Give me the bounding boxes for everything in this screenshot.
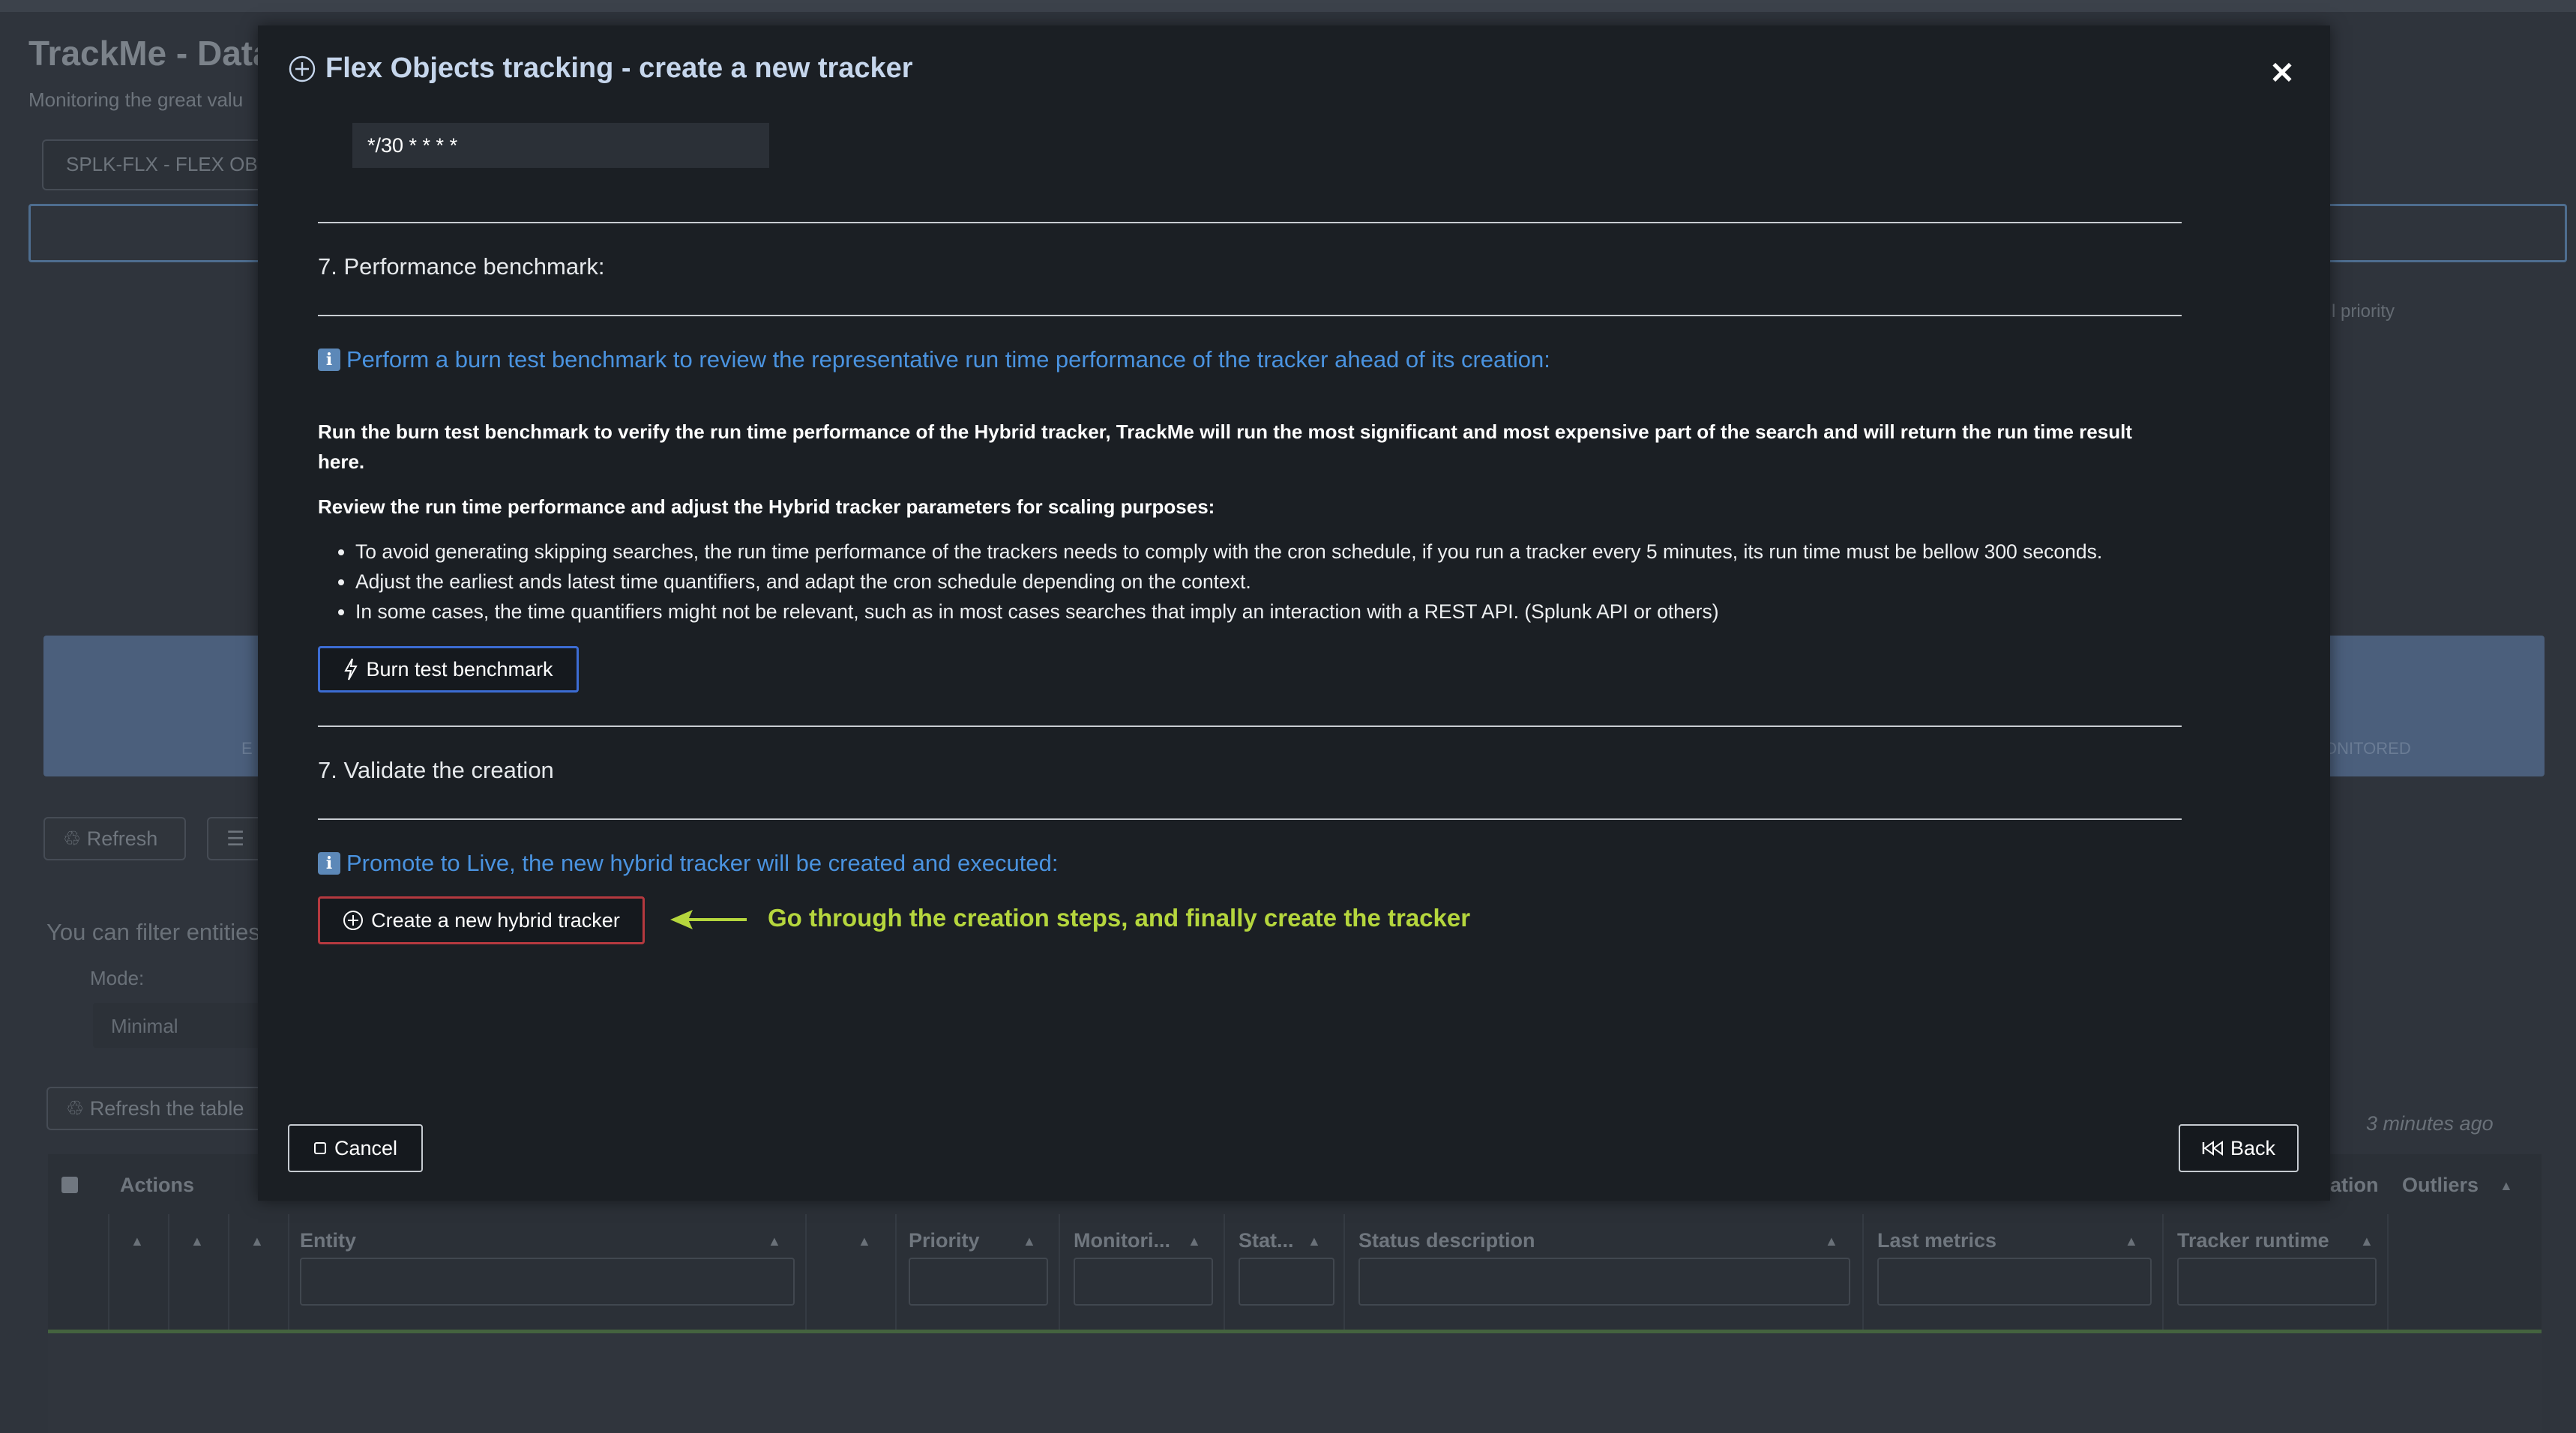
sort-icon[interactable]: ▲	[1188, 1234, 1201, 1249]
recycle-icon: ♲	[63, 827, 82, 850]
info-icon: i	[318, 349, 340, 371]
priority-filter-input[interactable]	[909, 1258, 1048, 1306]
sort-icon[interactable]: ▲	[2500, 1178, 2513, 1194]
sort-icon[interactable]: ▲	[1307, 1234, 1321, 1249]
annotation-text: Go through the creation steps, and final…	[768, 904, 1471, 932]
close-icon[interactable]: ✕	[2266, 57, 2299, 90]
status-filter-input[interactable]	[1239, 1258, 1334, 1306]
recycle-icon: ♲	[66, 1097, 85, 1120]
modal-header: Flex Objects tracking - create a new tra…	[288, 52, 913, 85]
validate-creation-heading: 7. Validate the creation	[318, 757, 554, 783]
divider	[318, 725, 2182, 727]
back-label: Back	[2230, 1136, 2276, 1159]
panel-left-label: E	[241, 739, 253, 758]
refresh-table-label: Refresh the table	[89, 1097, 244, 1120]
last-metrics-filter-input[interactable]	[1877, 1258, 2152, 1306]
create-hybrid-tracker-button[interactable]: Create a new hybrid tracker	[318, 896, 645, 944]
header-entity[interactable]: Entity	[300, 1229, 356, 1252]
panel-right-label: ONITORED	[2324, 739, 2411, 758]
filter-hint: You can filter entities	[46, 919, 260, 945]
top-strip	[0, 0, 2576, 12]
performance-benchmark-heading: 7. Performance benchmark:	[318, 253, 605, 280]
select-all-checkbox[interactable]	[61, 1177, 78, 1193]
mode-select-value: Minimal	[111, 1015, 178, 1037]
arrow-left-icon	[670, 910, 747, 929]
create-tracker-modal: Flex Objects tracking - create a new tra…	[258, 25, 2330, 1201]
header-status[interactable]: Stat...	[1239, 1229, 1294, 1252]
list-item: In some cases, the time quantifiers migh…	[355, 597, 2207, 627]
table-body	[48, 1333, 2542, 1433]
header-monitoring[interactable]: Monitori...	[1074, 1229, 1170, 1252]
list-item: To avoid generating skipping searches, t…	[355, 537, 2207, 567]
plus-circle-icon	[289, 55, 316, 82]
app-title: TrackMe - Data	[28, 34, 272, 73]
mode-label: Mode:	[90, 967, 145, 989]
back-button[interactable]: Back	[2179, 1124, 2299, 1172]
burn-test-benchmark-button[interactable]: Burn test benchmark	[318, 646, 579, 693]
tenant-dropdown[interactable]: SPLK-FLX - FLEX OB.	[42, 139, 285, 190]
tracker-runtime-filter-input[interactable]	[2177, 1258, 2377, 1306]
refresh-button[interactable]: ♲ Refresh	[43, 817, 186, 860]
benchmark-paragraph-1: Run the burn test benchmark to verify th…	[318, 420, 2132, 473]
square-icon	[313, 1142, 326, 1154]
sliders-icon: ☰	[226, 827, 245, 850]
header-last-metrics[interactable]: Last metrics	[1877, 1229, 1996, 1252]
sort-icon[interactable]: ▲	[1825, 1234, 1838, 1249]
sort-icon[interactable]: ▲	[2360, 1234, 2374, 1249]
create-tracker-label: Create a new hybrid tracker	[371, 908, 620, 932]
modal-title: Flex Objects tracking - create a new tra…	[325, 52, 913, 84]
benchmark-tips-list: To avoid generating skipping searches, t…	[333, 537, 2207, 627]
info-icon: i	[318, 852, 340, 875]
sort-icon[interactable]: ▲	[858, 1234, 871, 1249]
list-item: Adjust the earliest ands latest time qua…	[355, 567, 2207, 597]
cancel-label: Cancel	[334, 1136, 398, 1159]
header-outliers[interactable]: Outliers	[2402, 1174, 2479, 1197]
mode-select[interactable]: Minimal	[93, 1003, 265, 1048]
sort-icon[interactable]: ▲	[130, 1234, 144, 1249]
divider	[318, 315, 2182, 316]
header-tracker-runtime[interactable]: Tracker runtime	[2177, 1229, 2329, 1252]
benchmark-info-text: Perform a burn test benchmark to review …	[346, 346, 1550, 372]
promote-info-text: Promote to Live, the new hybrid tracker …	[346, 850, 1059, 876]
monitoring-filter-input[interactable]	[1074, 1258, 1213, 1306]
divider	[318, 818, 2182, 820]
entity-filter-input[interactable]	[300, 1258, 795, 1306]
header-actions: Actions	[120, 1174, 195, 1196]
header-status-description[interactable]: Status description	[1358, 1229, 1535, 1252]
header-priority[interactable]: Priority	[909, 1229, 980, 1252]
refresh-button-label: Refresh	[86, 827, 158, 850]
refresh-table-button[interactable]: ♲ Refresh the table	[46, 1087, 265, 1130]
header-ation: ation	[2330, 1174, 2379, 1196]
plus-circle-icon	[343, 911, 364, 930]
burn-test-label: Burn test benchmark	[366, 657, 553, 681]
cancel-button[interactable]: Cancel	[288, 1124, 423, 1172]
benchmark-info: i Perform a burn test benchmark to revie…	[318, 346, 1550, 373]
priority-hint: l priority	[2332, 301, 2395, 322]
tenant-dropdown-label: SPLK-FLX - FLEX OB.	[66, 153, 263, 175]
promote-info: i Promote to Live, the new hybrid tracke…	[318, 850, 1058, 877]
sort-icon[interactable]: ▲	[1023, 1234, 1036, 1249]
sort-icon[interactable]: ▲	[768, 1234, 781, 1249]
sort-icon[interactable]: ▲	[250, 1234, 264, 1249]
cron-schedule-input[interactable]	[352, 123, 769, 168]
app-subtitle: Monitoring the great valu	[28, 88, 244, 111]
lightning-icon	[344, 658, 358, 681]
sort-icon[interactable]: ▲	[2125, 1234, 2138, 1249]
rewind-icon	[2202, 1141, 2223, 1156]
sort-icon[interactable]: ▲	[190, 1234, 204, 1249]
last-refresh-time: 3 minutes ago	[2366, 1112, 2494, 1135]
status-description-filter-input[interactable]	[1358, 1258, 1850, 1306]
divider	[318, 222, 2182, 223]
benchmark-paragraph-2: Review the run time performance and adju…	[318, 495, 1215, 518]
